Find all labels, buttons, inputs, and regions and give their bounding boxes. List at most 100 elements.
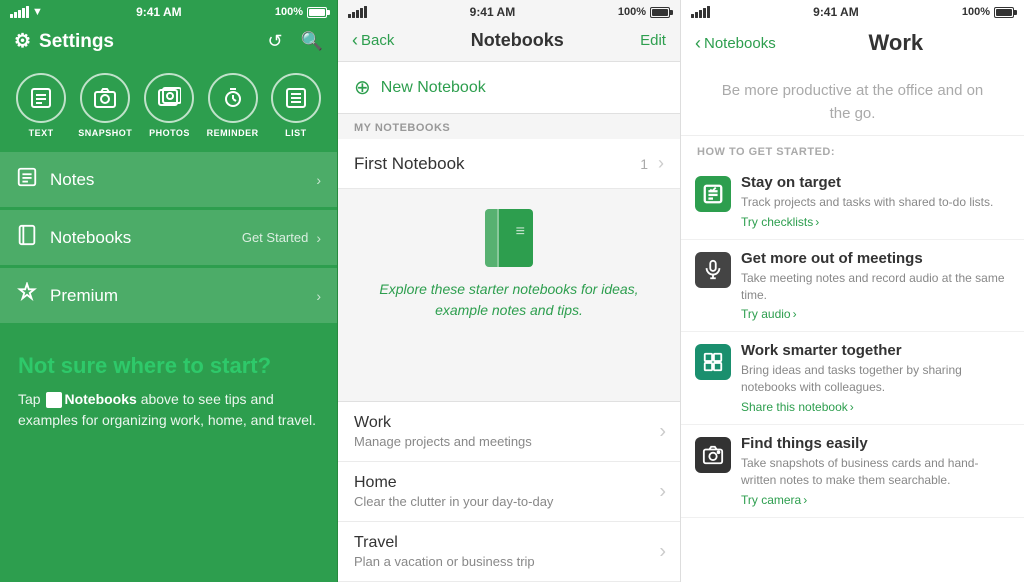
notebooks-item-left: Notebooks [16, 224, 131, 251]
status-right-1: 100% [275, 6, 327, 18]
travel-title: Travel [354, 534, 664, 552]
notes-icon [16, 166, 38, 193]
menu-item-notes[interactable]: Notes › [0, 152, 337, 207]
try-audio-link[interactable]: Try audio [741, 307, 1010, 321]
tip-title-meetings: Get more out of meetings [741, 250, 1010, 267]
battery-percent-3: 100% [962, 6, 990, 18]
notebooks-chevron: › [316, 230, 321, 246]
new-notebook-label: New Notebook [381, 79, 486, 97]
notes-chevron: › [316, 172, 321, 188]
search-icon[interactable]: 🔍 [301, 31, 323, 52]
first-notebook-count: 1 [640, 156, 648, 172]
work-back-label: Notebooks [704, 35, 776, 52]
share-notebook-icon [695, 344, 731, 380]
new-notebook-button[interactable]: ⊕ New Notebook [338, 61, 680, 114]
starter-notebooks-section: Explore these starter notebooks for idea… [338, 189, 680, 401]
my-notebooks-header: MY NOTEBOOKS [338, 114, 680, 139]
tip-smarter[interactable]: Work smarter together Bring ideas and ta… [681, 332, 1024, 425]
text-label: TEXT [29, 128, 54, 138]
work-back-btn[interactable]: ‹ Notebooks [695, 33, 776, 54]
signal-icon-3 [691, 6, 710, 18]
premium-right: › [316, 288, 321, 304]
type-icon-snapshot[interactable]: SNAPSHOT [78, 73, 132, 138]
status-bar-3: 9:41 AM 100% [681, 0, 1024, 24]
notebook-mini-icon [46, 392, 62, 408]
type-icon-text[interactable]: TEXT [16, 73, 66, 138]
carrier-text: ▼ [32, 6, 43, 18]
tip-desc-find: Take snapshots of business cards and han… [741, 455, 1010, 489]
tip-meetings[interactable]: Get more out of meetings Take meeting no… [681, 240, 1024, 333]
photos-icon-circle [144, 73, 194, 123]
type-icon-list[interactable]: LIST [271, 73, 321, 138]
snapshot-label: SNAPSHOT [78, 128, 132, 138]
reminder-label: REMINDER [207, 128, 259, 138]
refresh-icon[interactable]: ↺ [267, 31, 282, 52]
tip-title-smarter: Work smarter together [741, 342, 1010, 359]
tip-content-target: Stay on target Track projects and tasks … [741, 174, 1010, 229]
starter-travel[interactable]: Travel Plan a vacation or business trip [338, 522, 680, 582]
settings-panel: ▼ 9:41 AM 100% ⚙ Settings ↺ 🔍 [0, 0, 338, 582]
notebooks-back-btn[interactable]: ‹ Back [352, 30, 394, 51]
signal-icon-2 [348, 6, 367, 18]
first-notebook-name: First Notebook [354, 154, 465, 174]
try-checklists-link[interactable]: Try checklists [741, 215, 1010, 229]
premium-label: Premium [50, 286, 118, 306]
tip-title-find: Find things easily [741, 435, 1010, 452]
tip-find[interactable]: Find things easily Take snapshots of bus… [681, 425, 1024, 518]
tip-stay-on-target[interactable]: Stay on target Track projects and tasks … [681, 164, 1024, 240]
notes-item-left: Notes [16, 166, 94, 193]
list-label: LIST [285, 128, 307, 138]
header-actions: ↺ 🔍 [267, 31, 323, 52]
work-header: ‹ Notebooks Work [681, 24, 1024, 66]
type-icons-row: TEXT SNAPSHOT PHOTOS [0, 63, 337, 152]
tip-content-find: Find things easily Take snapshots of bus… [741, 435, 1010, 507]
menu-item-notebooks[interactable]: Notebooks Get Started › [0, 210, 337, 265]
battery-icon-2 [650, 7, 670, 18]
notebooks-header: ‹ Back Notebooks Edit [338, 24, 680, 61]
checklist-icon [695, 176, 731, 212]
menu-item-premium[interactable]: Premium › [0, 268, 337, 323]
premium-chevron: › [316, 288, 321, 304]
notes-label: Notes [50, 170, 94, 190]
type-icon-reminder[interactable]: REMINDER [207, 73, 259, 138]
first-notebook-chevron: › [658, 153, 664, 174]
signal-icon [10, 6, 29, 18]
starter-notebook-icon [485, 209, 533, 267]
battery-icon-3 [994, 7, 1014, 18]
type-icon-photos[interactable]: PHOTOS [144, 73, 194, 138]
notebooks-panel: 9:41 AM 100% ‹ Back Notebooks Edit ⊕ New… [338, 0, 681, 582]
premium-icon [16, 282, 38, 309]
tip-title-target: Stay on target [741, 174, 1010, 191]
tip-content-meetings: Get more out of meetings Take meeting no… [741, 250, 1010, 322]
back-chevron-icon-3: ‹ [695, 33, 701, 54]
settings-header: ⚙ Settings ↺ 🔍 [0, 24, 337, 63]
starter-work[interactable]: Work Manage projects and meetings [338, 402, 680, 462]
try-camera-link[interactable]: Try camera [741, 493, 1010, 507]
travel-desc: Plan a vacation or business trip [354, 554, 664, 569]
text-icon-circle [16, 73, 66, 123]
battery-icon-1 [307, 7, 327, 18]
notebooks-icon [16, 224, 38, 251]
share-notebook-link[interactable]: Share this notebook [741, 400, 1010, 414]
notebook-first[interactable]: First Notebook 1 › [338, 139, 680, 189]
camera-icon [695, 437, 731, 473]
work-panel: 9:41 AM 100% ‹ Notebooks Work Be more pr… [681, 0, 1024, 582]
edit-button[interactable]: Edit [640, 32, 666, 49]
starter-home[interactable]: Home Clear the clutter in your day-to-da… [338, 462, 680, 522]
how-to-header: HOW TO GET STARTED: [681, 136, 1024, 164]
work-title: Work [782, 30, 1010, 56]
premium-item-left: Premium [16, 282, 118, 309]
gear-icon: ⚙ [14, 30, 31, 53]
status-bar-2: 9:41 AM 100% [338, 0, 680, 24]
microphone-icon [695, 252, 731, 288]
back-label: Back [361, 32, 394, 49]
tip-content-smarter: Work smarter together Bring ideas and ta… [741, 342, 1010, 414]
battery-percent-2: 100% [618, 6, 646, 18]
status-signal-left-2 [348, 6, 367, 18]
tip-desc-smarter: Bring ideas and tasks together by sharin… [741, 362, 1010, 396]
notebooks-right: Get Started › [242, 230, 321, 246]
get-started-badge: Get Started [242, 230, 308, 245]
settings-menu: Notes › Notebooks Get Started › [0, 152, 337, 323]
plus-icon: ⊕ [354, 75, 371, 100]
notes-right: › [316, 172, 321, 188]
